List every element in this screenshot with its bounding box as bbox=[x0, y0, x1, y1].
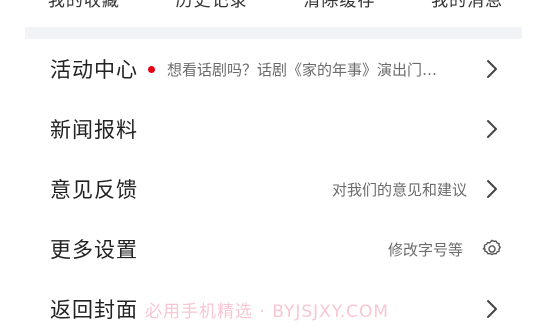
menu-item-feedback[interactable]: 意见反馈 对我们的意见和建议 bbox=[0, 159, 551, 219]
menu-item-more-settings[interactable]: 更多设置 修改字号等 bbox=[0, 219, 551, 279]
menu-item-back-to-cover[interactable]: 返回封面 bbox=[0, 279, 551, 331]
menu-item-label: 意见反馈 bbox=[50, 178, 138, 202]
chevron-right-icon bbox=[485, 299, 499, 319]
menu-item-description: 修改字号等 bbox=[387, 240, 463, 259]
chevron-right-icon bbox=[485, 179, 499, 199]
menu-item-label: 返回封面 bbox=[50, 298, 138, 322]
quick-link-favorites[interactable]: 我的收藏 bbox=[48, 0, 120, 11]
menu-item-activity-center[interactable]: 活动中心 想看话剧吗？话剧《家的年事》演出门… bbox=[0, 39, 551, 99]
chevron-right-icon bbox=[485, 59, 499, 79]
settings-menu: 活动中心 想看话剧吗？话剧《家的年事》演出门… 新闻报料 意见反馈 对我们的意见… bbox=[0, 39, 551, 331]
menu-item-label: 新闻报料 bbox=[50, 118, 138, 142]
menu-item-label: 活动中心 bbox=[50, 58, 138, 82]
section-divider-band bbox=[25, 27, 522, 39]
menu-item-description: 想看话剧吗？话剧《家的年事》演出门… bbox=[167, 60, 438, 79]
menu-item-description: 对我们的意见和建议 bbox=[331, 180, 467, 199]
notification-dot-icon bbox=[148, 65, 155, 73]
quick-links-row: 我的收藏 历史记录 清除缓存 我的消息 bbox=[0, 0, 551, 12]
menu-item-news-tip[interactable]: 新闻报料 bbox=[0, 99, 551, 159]
menu-item-label: 更多设置 bbox=[50, 238, 138, 262]
profile-menu-screen: 我的收藏 历史记录 清除缓存 我的消息 活动中心 想看话剧吗？话剧《家的年事》演… bbox=[0, 0, 551, 331]
quick-link-history[interactable]: 历史记录 bbox=[176, 0, 248, 11]
quick-link-clear-cache[interactable]: 清除缓存 bbox=[303, 0, 375, 11]
gear-icon bbox=[481, 238, 503, 260]
quick-link-messages[interactable]: 我的消息 bbox=[431, 0, 503, 11]
chevron-right-icon bbox=[485, 119, 499, 139]
